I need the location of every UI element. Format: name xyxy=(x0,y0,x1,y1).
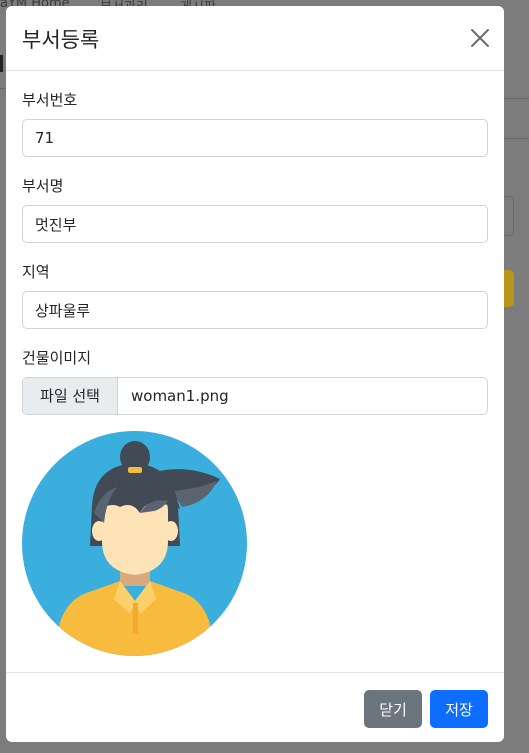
modal-title: 부서등록 xyxy=(22,28,100,52)
dept-name-input[interactable] xyxy=(22,205,488,243)
building-image-preview xyxy=(22,431,247,656)
dept-name-label: 부서명 xyxy=(22,177,64,195)
close-icon[interactable] xyxy=(468,26,492,50)
background-divider xyxy=(504,138,529,139)
background-input xyxy=(504,196,514,236)
building-image-label: 건물이미지 xyxy=(22,349,92,367)
department-register-modal: 부서등록 부서번호 부서명 지역 건물이미지 파일 선택 woman1.png xyxy=(6,6,504,742)
background-divider xyxy=(504,98,529,99)
dept-number-label: 부서번호 xyxy=(22,91,78,109)
building-image-file-input[interactable]: 파일 선택 woman1.png xyxy=(22,377,488,415)
choose-file-button[interactable]: 파일 선택 xyxy=(23,378,118,414)
close-button[interactable]: 닫기 xyxy=(364,690,422,728)
modal-footer: 닫기 저장 xyxy=(6,672,504,742)
modal-header: 부서등록 xyxy=(6,6,504,71)
background-marker xyxy=(0,55,3,72)
save-button[interactable]: 저장 xyxy=(430,690,488,728)
region-input[interactable] xyxy=(22,291,488,329)
selected-file-name: woman1.png xyxy=(131,387,229,405)
region-label: 지역 xyxy=(22,263,50,281)
background-button xyxy=(504,270,514,307)
dept-number-input[interactable] xyxy=(22,119,488,157)
